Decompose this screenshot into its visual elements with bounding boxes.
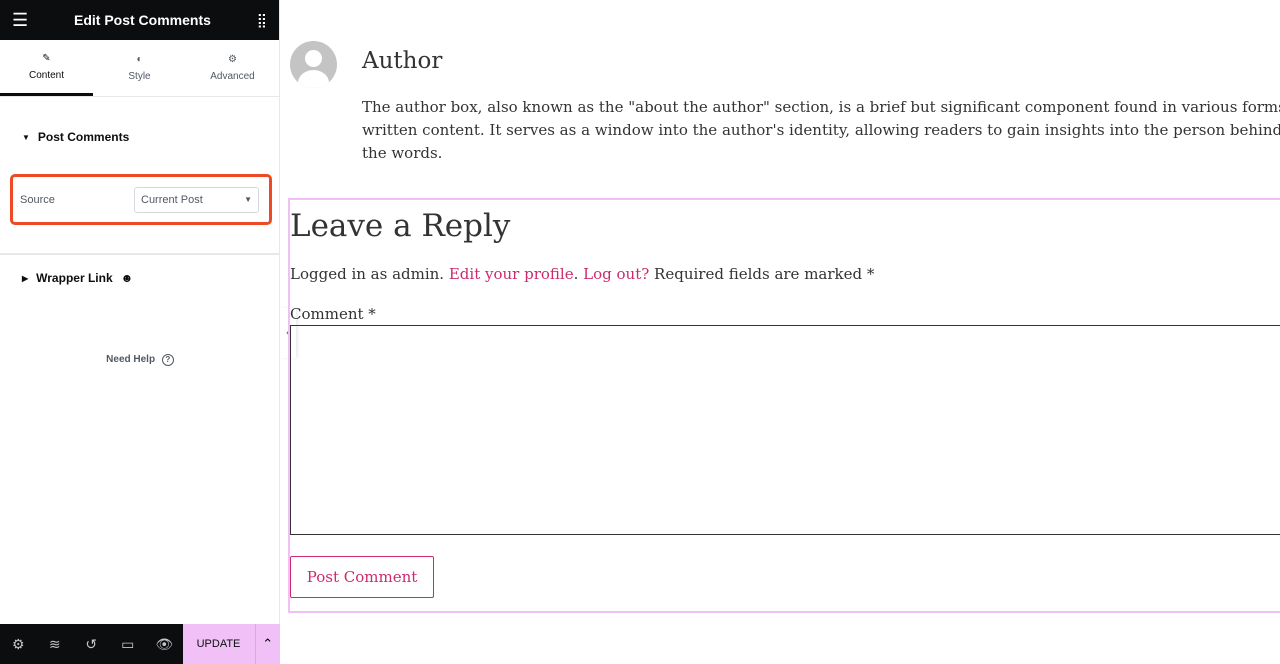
required-note: Required fields are marked * (654, 265, 875, 283)
tab-style[interactable]: ◐ Style (93, 40, 186, 96)
section-title: Post Comments (37, 130, 130, 144)
divider (0, 253, 280, 255)
author-name: Author (362, 48, 443, 74)
source-label: Source (20, 193, 55, 206)
help-label: Need Help (106, 354, 156, 365)
contrast-icon: ◐ (136, 54, 143, 65)
section-title: Wrapper Link (36, 271, 113, 285)
apps-grid-icon[interactable]: ⣿ (257, 12, 267, 29)
tab-label: Style (128, 71, 151, 82)
bio-line: the words. (362, 144, 443, 162)
gear-icon: ⚙ (228, 54, 237, 65)
question-circle-icon: ? (161, 354, 174, 366)
preview-eye-icon[interactable]: 👁 (146, 624, 183, 664)
author-avatar (290, 41, 337, 88)
caret-right-icon: ▶ (22, 273, 29, 283)
bio-line: written content. It serves as a window i… (362, 121, 1280, 139)
update-button[interactable]: UPDATE (182, 624, 255, 664)
bio-line: The author box, also known as the "about… (362, 98, 1280, 116)
source-control: Source Current Post ▼ (10, 174, 272, 225)
editor-panel: ☰ Edit Post Comments ⣿ ✎ Content ◐ Style… (0, 0, 280, 664)
log-out-link[interactable]: Log out? (583, 265, 649, 283)
pro-badge-icon: ☻ (120, 271, 134, 285)
page-preview: Author The author box, also known as the… (281, 0, 1280, 664)
author-bio: The author box, also known as the "about… (362, 96, 1280, 165)
comment-textarea[interactable] (290, 325, 1280, 535)
section-post-comments[interactable]: ▼ Post Comments (0, 130, 151, 144)
hamburger-menu-icon[interactable]: ☰ (12, 10, 28, 31)
layers-icon[interactable]: ≋ (37, 624, 74, 664)
panel-header: ☰ Edit Post Comments ⣿ (0, 0, 279, 40)
tab-content[interactable]: ✎ Content (0, 40, 93, 96)
source-value: Current Post (141, 193, 203, 206)
tab-label: Advanced (210, 71, 255, 82)
pencil-icon: ✎ (42, 52, 51, 64)
chevron-up-icon[interactable]: ⌃ (254, 624, 280, 664)
edit-profile-link[interactable]: Edit your profile (449, 265, 574, 283)
panel-title: Edit Post Comments (73, 12, 211, 28)
section-wrapper-link[interactable]: ▶ Wrapper Link ☻ (0, 271, 155, 285)
history-icon[interactable]: ↺ (73, 624, 110, 664)
reply-title: Leave a Reply (290, 208, 511, 244)
source-select[interactable]: Current Post ▼ (134, 186, 259, 213)
tab-advanced[interactable]: ⚙ Advanced (186, 40, 279, 96)
need-help-link[interactable]: Need Help ? (0, 354, 280, 366)
logged-in-notice: Logged in as admin. Edit your profile. L… (290, 265, 875, 283)
post-comment-button[interactable]: Post Comment (290, 556, 434, 598)
responsive-devices-icon[interactable]: ▭ (110, 624, 147, 664)
caret-down-icon: ▼ (22, 132, 30, 142)
tab-label: Content (28, 69, 65, 81)
logged-in-text: Logged in as admin. (290, 265, 445, 283)
comment-label: Comment * (290, 305, 376, 323)
chevron-down-icon: ▼ (244, 195, 252, 204)
settings-gear-icon[interactable]: ⚙ (0, 624, 37, 664)
panel-footer: ⚙ ≋ ↺ ▭ 👁 UPDATE ⌃ (0, 624, 280, 664)
